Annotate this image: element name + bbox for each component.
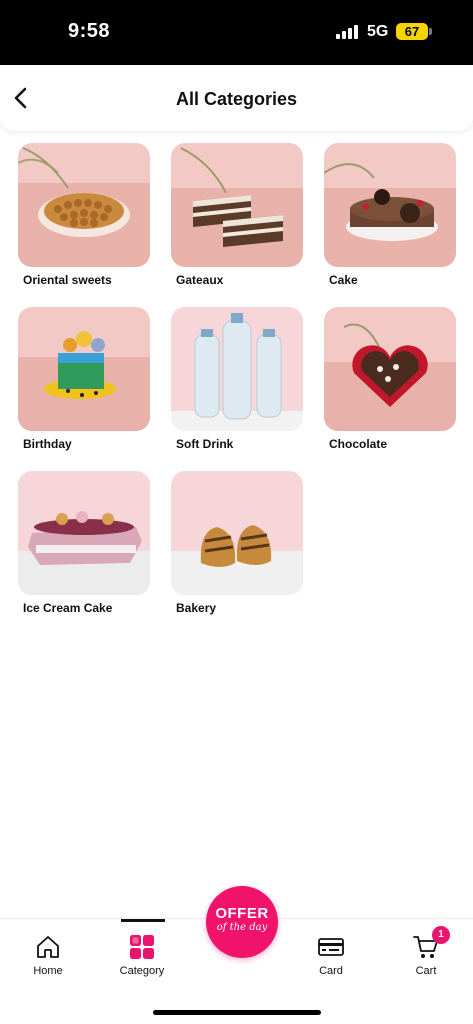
- battery-icon: 67: [396, 23, 428, 40]
- network-label: 5G: [367, 23, 389, 40]
- cart-badge: 1: [432, 926, 450, 944]
- category-label: Ice Cream Cake: [23, 601, 113, 615]
- category-bakery[interactable]: Bakery: [171, 471, 303, 615]
- nav-cart[interactable]: Cart: [386, 919, 466, 977]
- category-image: [324, 307, 456, 431]
- offer-sub-label: of the day: [216, 922, 268, 933]
- category-label: Bakery: [176, 601, 217, 615]
- category-label: Cake: [329, 273, 358, 287]
- page-title: All Categories: [175, 89, 298, 109]
- category-label: Oriental sweets: [23, 273, 112, 287]
- status-bar: 9:58 5G 67: [0, 0, 473, 65]
- category-image: [18, 307, 150, 431]
- battery-cap: [429, 28, 432, 35]
- category-label: Birthday: [23, 437, 72, 451]
- category-image: [171, 471, 303, 595]
- nav-category[interactable]: Category: [102, 919, 182, 977]
- category-birthday[interactable]: Birthday: [18, 307, 150, 451]
- nav-label: Cart: [415, 965, 437, 977]
- nav-label: Card: [319, 965, 343, 977]
- category-gateaux[interactable]: Gateaux: [171, 143, 303, 287]
- category-image: [171, 307, 303, 431]
- category-image: [171, 143, 303, 267]
- signal-icon: [336, 25, 360, 39]
- nav-label: Category: [119, 965, 165, 977]
- category-chocolate[interactable]: Chocolate: [324, 307, 456, 451]
- category-oriental-sweets[interactable]: Oriental sweets: [18, 143, 150, 287]
- grid-icon: [130, 935, 154, 959]
- category-image: [18, 143, 150, 267]
- category-soft-drink[interactable]: Soft Drink: [171, 307, 303, 451]
- nav-home[interactable]: Home: [8, 919, 88, 977]
- category-image: [324, 143, 456, 267]
- home-indicator: [153, 1010, 321, 1015]
- header: All Categories: [0, 65, 473, 131]
- category-label: Chocolate: [329, 437, 388, 451]
- nav-card[interactable]: Card: [291, 919, 371, 977]
- category-ice-cream-cake[interactable]: Ice Cream Cake: [18, 471, 150, 615]
- category-cake[interactable]: Cake: [324, 143, 456, 287]
- credit-card-icon: [318, 938, 344, 956]
- category-label: Soft Drink: [176, 437, 234, 451]
- nav-label: Home: [33, 965, 63, 977]
- offer-main-label: OFFER: [215, 905, 269, 922]
- offer-of-the-day-button[interactable]: OFFER of the day: [206, 886, 278, 958]
- category-image: [18, 471, 150, 595]
- status-time: 9:58: [68, 20, 111, 42]
- home-icon: [37, 936, 59, 958]
- category-label: Gateaux: [176, 273, 224, 287]
